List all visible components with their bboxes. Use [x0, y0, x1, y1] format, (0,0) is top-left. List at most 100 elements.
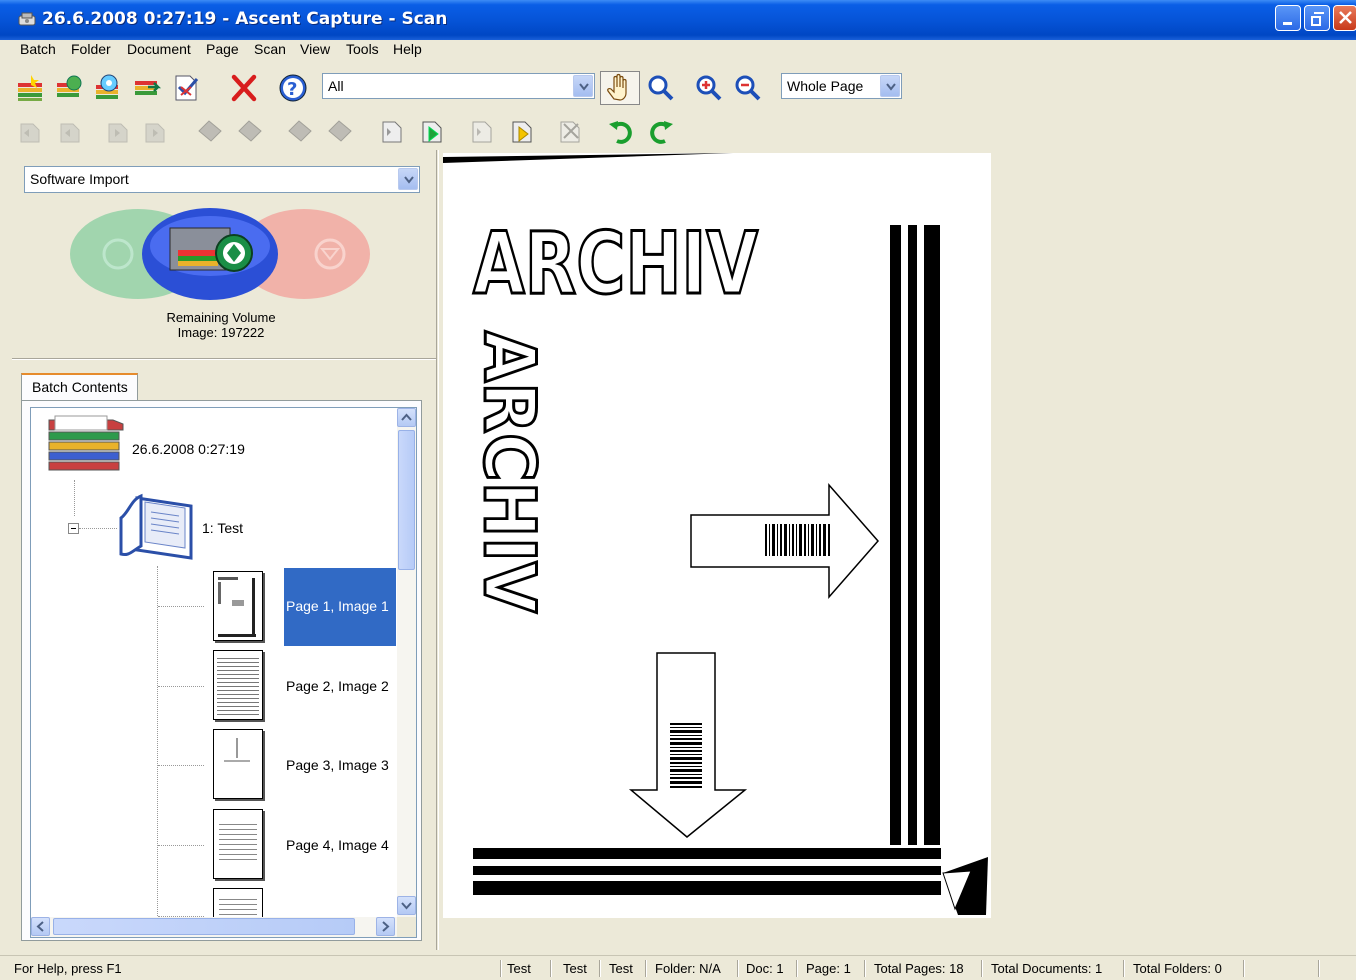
pane-divider — [12, 358, 436, 360]
zoom-out-icon[interactable] — [733, 73, 763, 103]
page-3-label[interactable]: Page 3, Image 3 — [284, 727, 396, 805]
page-4-label[interactable]: Page 4, Image 4 — [284, 807, 396, 885]
last-document-icon[interactable] — [325, 116, 355, 146]
menu-bar: Batch Folder Document Page Scan View Too… — [0, 40, 1356, 62]
help-icon[interactable]: ? — [278, 73, 308, 103]
next-page-icon[interactable] — [103, 116, 133, 146]
zoom-combo-dropdown[interactable] — [880, 75, 900, 97]
new-batch-icon[interactable] — [15, 73, 45, 103]
first-document-icon[interactable] — [195, 116, 225, 146]
menu-batch[interactable]: Batch — [20, 41, 56, 57]
page-1-label[interactable]: Page 1, Image 1 — [284, 568, 396, 646]
replace-page-icon[interactable] — [468, 116, 498, 146]
zoom-in-icon[interactable] — [694, 73, 724, 103]
filter-combo-dropdown[interactable] — [573, 75, 593, 97]
status-folder: Folder: N/A — [655, 961, 721, 976]
document-icon[interactable] — [117, 488, 197, 562]
status-total-folders: Total Folders: 0 — [1133, 961, 1222, 976]
close-batch-icon[interactable] — [132, 73, 162, 103]
page-2-label[interactable]: Page 2, Image 2 — [284, 648, 396, 726]
status-bar: For Help, press F1 Test Test Test Folder… — [0, 955, 1356, 980]
rotate-left-icon[interactable] — [606, 116, 636, 146]
rotate-right-icon[interactable] — [646, 116, 676, 146]
restore-button[interactable] — [1304, 5, 1330, 31]
delete-icon[interactable] — [229, 73, 259, 103]
archiv-vertical-heading: ARCHIV — [468, 331, 550, 613]
close-icon — [1339, 11, 1352, 24]
batch-node-label[interactable]: 26.6.2008 0:27:19 — [132, 441, 245, 457]
menu-scan[interactable]: Scan — [254, 41, 286, 57]
chevron-down-icon — [404, 176, 414, 184]
scroll-down-button[interactable] — [397, 896, 416, 915]
chevron-left-icon — [36, 921, 44, 932]
zoom-combo-value: Whole Page — [787, 78, 864, 94]
hand-icon — [607, 73, 627, 101]
previous-page-icon[interactable] — [55, 116, 85, 146]
page-5-thumbnail[interactable] — [213, 888, 263, 918]
scan-start-icon[interactable] — [142, 208, 278, 300]
menu-document[interactable]: Document — [127, 41, 191, 57]
chevron-down-icon — [401, 902, 412, 910]
navigation-toolbar — [0, 110, 1356, 152]
scroll-right-button[interactable] — [376, 917, 395, 936]
zoom-combo[interactable]: Whole Page — [781, 73, 902, 99]
svg-text:?: ? — [287, 79, 297, 100]
batch-contents-panel: 26.6.2008 0:27:19 1: Test Page 1, Image … — [21, 400, 422, 941]
tree-vertical-scrollbar[interactable] — [397, 408, 416, 917]
append-page-icon[interactable] — [418, 116, 448, 146]
app-icon[interactable] — [18, 12, 36, 28]
collapse-toggle[interactable] — [68, 523, 79, 534]
previous-document-icon[interactable] — [235, 116, 265, 146]
document-node-label[interactable]: 1: Test — [202, 520, 243, 536]
menu-help[interactable]: Help — [393, 41, 422, 57]
status-form-type: Test — [563, 961, 587, 976]
page-3-thumbnail[interactable] — [213, 729, 263, 799]
scan-controls — [70, 208, 370, 300]
menu-tools[interactable]: Tools — [346, 41, 379, 57]
remaining-volume-value: Image: 197222 — [177, 325, 265, 340]
close-button[interactable] — [1333, 5, 1356, 31]
batch-properties-icon[interactable] — [93, 73, 123, 103]
source-combo-dropdown[interactable] — [398, 168, 418, 190]
menu-view[interactable]: View — [300, 41, 330, 57]
minimize-button[interactable] — [1275, 5, 1301, 31]
viewer-splitter[interactable] — [436, 150, 439, 950]
split-icon[interactable] — [556, 116, 586, 146]
next-document-icon[interactable] — [285, 116, 315, 146]
restore-icon — [1314, 12, 1324, 14]
batch-tree[interactable]: 26.6.2008 0:27:19 1: Test Page 1, Image … — [30, 407, 417, 938]
page-4-thumbnail[interactable] — [213, 809, 263, 879]
suspend-batch-icon[interactable] — [171, 73, 201, 103]
page-2-thumbnail[interactable] — [213, 650, 263, 720]
document-image[interactable]: ARCHIV ARCHIV — [443, 153, 991, 918]
menu-folder[interactable]: Folder — [71, 41, 111, 57]
pan-tool-button[interactable] — [600, 71, 640, 105]
title-bar: 26.6.2008 0:27:19 - Ascent Capture - Sca… — [0, 0, 1356, 40]
status-total-documents: Total Documents: 1 — [991, 961, 1103, 976]
page-1-thumbnail[interactable] — [213, 571, 263, 641]
menu-page[interactable]: Page — [206, 41, 239, 57]
last-page-icon[interactable] — [140, 116, 170, 146]
zoom-icon[interactable] — [646, 73, 676, 103]
scroll-up-button[interactable] — [397, 408, 416, 427]
document-image-content: ARCHIV ARCHIV — [443, 153, 988, 915]
tree-horizontal-scrollbar[interactable] — [31, 917, 397, 937]
filter-combo-value: All — [328, 78, 344, 94]
tab-batch-contents[interactable]: Batch Contents — [21, 373, 138, 401]
chevron-down-icon — [579, 83, 589, 91]
first-page-icon[interactable] — [15, 116, 45, 146]
status-batch-class: Test — [507, 961, 531, 976]
remaining-volume: Remaining Volume Image: 197222 — [60, 310, 382, 340]
open-batch-icon[interactable] — [54, 73, 84, 103]
scroll-thumb[interactable] — [398, 430, 415, 570]
filter-combo[interactable]: All — [322, 73, 595, 99]
chevron-right-icon — [382, 921, 390, 932]
append-document-icon[interactable] — [508, 116, 538, 146]
source-combo[interactable]: Software Import — [24, 166, 420, 193]
status-document-class: Test — [609, 961, 633, 976]
insert-page-icon[interactable] — [378, 116, 408, 146]
scroll-left-button[interactable] — [31, 917, 50, 936]
scroll-thumb-horizontal[interactable] — [53, 918, 355, 935]
window-title: 26.6.2008 0:27:19 - Ascent Capture - Sca… — [42, 9, 448, 29]
batch-icon[interactable] — [45, 412, 129, 478]
